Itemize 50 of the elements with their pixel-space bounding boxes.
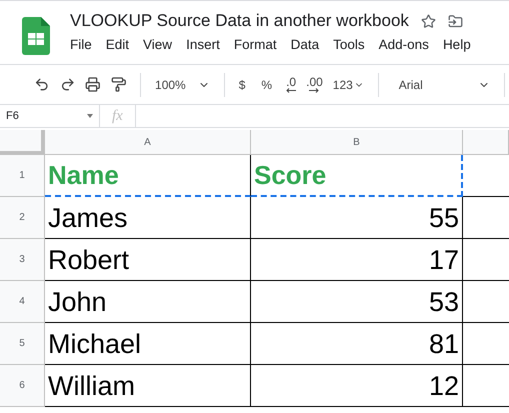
row-header[interactable]: 5 bbox=[0, 323, 45, 365]
menu-item[interactable]: Format bbox=[234, 37, 277, 52]
row-header[interactable]: 6 bbox=[0, 365, 45, 407]
menu-item[interactable]: Tools bbox=[333, 37, 365, 52]
folder-move-icon[interactable] bbox=[448, 14, 463, 28]
table-cell: Michael bbox=[45, 323, 251, 365]
star-icon[interactable] bbox=[420, 14, 436, 28]
percent-button[interactable]: % bbox=[261, 78, 272, 92]
table-cell: William bbox=[45, 365, 251, 407]
row-header[interactable]: 3 bbox=[0, 239, 45, 281]
caret-icon bbox=[87, 114, 93, 118]
paint-format-icon[interactable] bbox=[110, 76, 126, 93]
row-header[interactable]: 2 bbox=[0, 197, 45, 239]
table-cell: James bbox=[45, 197, 251, 239]
font-dropdown[interactable]: Arial bbox=[392, 78, 490, 92]
cell-reference: F6 bbox=[6, 110, 19, 122]
table-cell: 55 bbox=[251, 197, 463, 239]
decrease-decimals-button[interactable]: .0 bbox=[286, 76, 296, 93]
column-header[interactable]: B bbox=[251, 130, 463, 155]
name-box[interactable]: F6 bbox=[0, 105, 100, 127]
table-cell: Robert bbox=[45, 239, 251, 281]
left-arrow-icon bbox=[286, 88, 296, 93]
menu-item[interactable]: Edit bbox=[106, 37, 130, 52]
row-header[interactable]: 4 bbox=[0, 281, 45, 323]
redo-icon[interactable] bbox=[60, 76, 76, 93]
menu-item[interactable]: Help bbox=[442, 37, 471, 52]
menu-item[interactable]: View bbox=[143, 37, 172, 52]
column-header[interactable]: A bbox=[45, 130, 251, 155]
fx-label: fx bbox=[100, 105, 136, 127]
menu-item[interactable]: Add-ons bbox=[378, 37, 429, 52]
document-title[interactable]: VLOOKUP Source Data in another workbook bbox=[70, 11, 409, 31]
table-cell: Score bbox=[251, 155, 463, 197]
table-cell: 12 bbox=[251, 365, 463, 407]
menu-item[interactable]: Insert bbox=[186, 37, 220, 52]
table-cell: 81 bbox=[251, 323, 463, 365]
spreadsheet-logo-icon[interactable] bbox=[22, 17, 50, 55]
table-cell: Name bbox=[45, 155, 251, 197]
menu-item[interactable]: Data bbox=[290, 37, 320, 52]
row-header[interactable]: 1 bbox=[0, 155, 45, 197]
table-cell: 53 bbox=[251, 281, 463, 323]
table-cell: John bbox=[45, 281, 251, 323]
print-icon[interactable] bbox=[85, 76, 101, 93]
currency-button[interactable]: $ bbox=[238, 78, 246, 92]
number-format-dropdown[interactable]: 123 bbox=[332, 78, 364, 92]
increase-decimals-button[interactable]: .00 bbox=[306, 76, 323, 93]
zoom-dropdown[interactable]: 100% bbox=[155, 78, 210, 92]
table-cell: 17 bbox=[251, 239, 463, 281]
menu-item[interactable]: File bbox=[70, 37, 92, 52]
right-arrow-icon bbox=[309, 88, 320, 93]
undo-icon[interactable] bbox=[34, 76, 50, 93]
